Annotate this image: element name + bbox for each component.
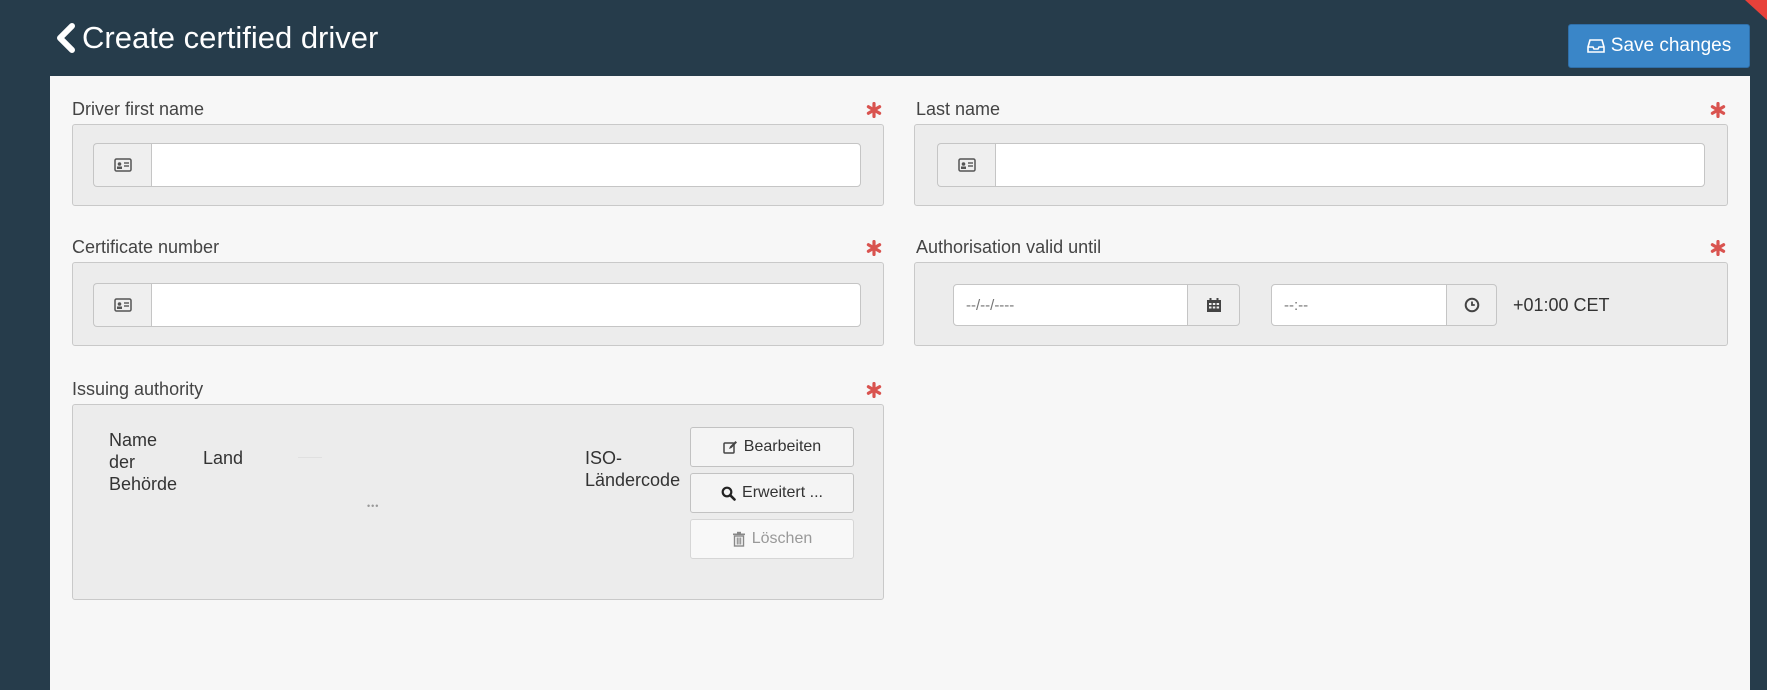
authorisation-valid-until-group: +01:00 CET	[914, 262, 1728, 346]
first-name-input[interactable]	[151, 143, 861, 187]
issuing-authority-group: Name der Behörde Land ISO-Ländercode •••…	[72, 404, 884, 600]
last-name-input[interactable]	[995, 143, 1705, 187]
iso-country-code-column-header: ISO-Ländercode	[585, 448, 681, 490]
certificate-number-group	[72, 262, 884, 346]
id-card-icon	[93, 283, 151, 327]
loading-ellipsis: •••	[367, 501, 380, 511]
country-column-header: Land	[203, 448, 244, 468]
first-name-label: Driver first name	[72, 99, 205, 119]
page-title: Create certified driver	[82, 20, 379, 55]
required-asterisk-icon	[1710, 102, 1726, 118]
advanced-search-button[interactable]: Erweitert ...	[690, 473, 854, 513]
authorisation-valid-until-label: Authorisation valid until	[916, 237, 1102, 257]
time-input-group	[1271, 284, 1497, 328]
delete-button[interactable]: Löschen	[690, 519, 854, 559]
required-asterisk-icon	[866, 102, 882, 118]
clock-icon	[1464, 297, 1479, 313]
id-card-icon	[937, 143, 995, 187]
time-input[interactable]	[1271, 284, 1447, 326]
required-asterisk-icon	[866, 240, 882, 256]
required-asterisk-icon	[1710, 240, 1726, 256]
calendar-button[interactable]	[1188, 284, 1240, 326]
trash-icon	[732, 531, 745, 547]
pencil-square-icon	[723, 440, 737, 454]
save-changes-label: Save changes	[1610, 35, 1732, 56]
first-name-input-group	[93, 143, 861, 187]
inbox-icon	[1586, 39, 1605, 53]
divider	[298, 457, 322, 458]
save-changes-button[interactable]: Save changes	[1568, 24, 1750, 68]
calendar-icon	[1206, 298, 1221, 312]
last-name-input-group	[937, 143, 1705, 187]
required-asterisk-icon	[866, 382, 882, 398]
last-name-group	[914, 124, 1728, 206]
last-name-label: Last name	[916, 99, 1001, 119]
issuing-authority-label: Issuing authority	[72, 379, 204, 399]
first-name-group	[72, 124, 884, 206]
corner-ribbon-icon	[1745, 0, 1767, 20]
chevron-left-icon[interactable]	[52, 20, 82, 56]
page-header: Create certified driver Save changes	[0, 0, 1767, 76]
date-input[interactable]	[953, 284, 1188, 326]
certificate-number-label: Certificate number	[72, 237, 220, 257]
advanced-search-label: Erweitert ...	[742, 484, 823, 501]
authority-name-column-header: Name der Behörde	[109, 430, 178, 494]
certificate-number-input-group	[93, 283, 861, 327]
edit-button[interactable]: Bearbeiten	[690, 427, 854, 467]
delete-button-label: Löschen	[751, 530, 813, 547]
timezone-label: +01:00 CET	[1513, 295, 1610, 315]
date-input-group	[953, 284, 1240, 328]
edit-button-label: Bearbeiten	[743, 438, 822, 455]
certificate-number-input[interactable]	[151, 283, 861, 327]
form-panel: Driver first name Last name Certificate …	[50, 76, 1750, 690]
id-card-icon	[93, 143, 151, 187]
search-icon	[721, 486, 736, 501]
clock-button[interactable]	[1447, 284, 1497, 326]
